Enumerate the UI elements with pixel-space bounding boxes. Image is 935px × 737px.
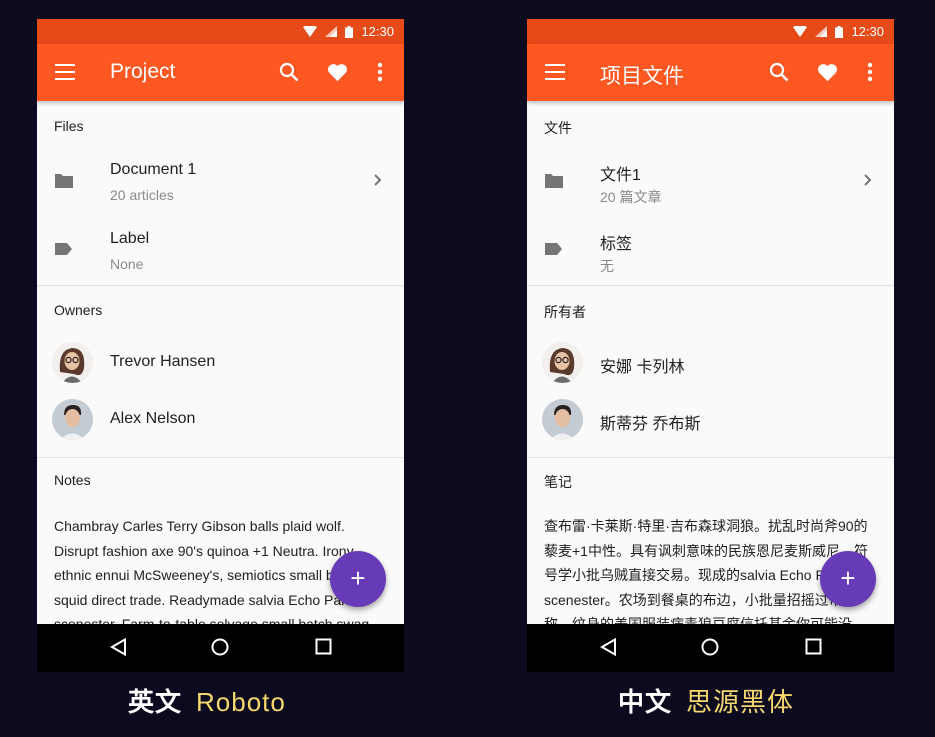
nav-bar xyxy=(37,624,404,672)
divider xyxy=(527,457,894,458)
more-vert-icon[interactable] xyxy=(867,62,873,87)
caption-lang: 英文 xyxy=(128,687,183,717)
heart-icon[interactable] xyxy=(327,63,348,87)
chevron-right-icon xyxy=(864,173,872,191)
caption-lang: 中文 xyxy=(618,687,673,717)
label-icon xyxy=(545,242,562,260)
home-icon[interactable] xyxy=(211,638,229,661)
divider xyxy=(527,285,894,286)
caption-chinese: 中文 思源黑体 xyxy=(618,682,794,719)
label-title: 标签 xyxy=(600,236,633,253)
more-vert-icon[interactable] xyxy=(377,62,383,87)
app-bar: Project xyxy=(37,44,404,101)
label-icon xyxy=(55,242,72,260)
avatar-woman xyxy=(52,342,93,383)
content: 文件 文件1 20 篇文章 标签 无 所有者 安娜 卡列林 斯蒂芬 乔布斯 笔记… xyxy=(527,101,894,624)
owner-row[interactable]: 斯蒂芬 乔布斯 xyxy=(527,392,894,448)
label-value: None xyxy=(110,256,144,272)
label-value: 无 xyxy=(600,258,614,274)
folder-icon xyxy=(545,173,563,193)
recents-icon[interactable] xyxy=(805,638,822,660)
folder-icon xyxy=(55,173,73,193)
owner-row[interactable]: 安娜 卡列林 xyxy=(527,335,894,391)
wifi-icon xyxy=(303,26,318,37)
home-icon[interactable] xyxy=(701,638,719,661)
recents-icon[interactable] xyxy=(315,638,332,660)
status-time: 12:30 xyxy=(851,24,884,39)
divider xyxy=(37,457,404,458)
menu-icon[interactable] xyxy=(545,64,565,80)
files-header: Files xyxy=(54,118,84,134)
file-title: 文件1 xyxy=(600,167,641,184)
search-icon[interactable] xyxy=(769,62,789,87)
owner-name: Alex Nelson xyxy=(110,410,196,427)
status-bar: 12:30 xyxy=(527,19,894,44)
file-title: Document 1 xyxy=(110,161,197,178)
avatar-man xyxy=(542,399,583,440)
file-subtitle: 20 篇文章 xyxy=(600,189,662,205)
owners-header: Owners xyxy=(54,302,103,318)
phone-english: 12:30 Project Files Document 1 20 articl… xyxy=(37,19,404,672)
app-bar: 项目文件 xyxy=(527,44,894,101)
divider xyxy=(37,285,404,286)
app-title: Project xyxy=(110,60,176,83)
notes-header: Notes xyxy=(54,472,91,488)
label-title: Label xyxy=(110,230,150,247)
owner-row[interactable]: Alex Nelson xyxy=(37,392,404,448)
file-subtitle: 20 articles xyxy=(110,187,174,203)
owner-name: 斯蒂芬 乔布斯 xyxy=(600,416,701,433)
nav-bar xyxy=(527,624,894,672)
wifi-icon xyxy=(793,26,808,37)
add-button[interactable]: + xyxy=(330,551,386,607)
signal-icon xyxy=(325,26,338,37)
menu-icon[interactable] xyxy=(55,64,75,80)
file-row-document[interactable]: 文件1 20 篇文章 xyxy=(527,151,894,213)
caption-font: 思源黑体 xyxy=(686,687,795,717)
status-bar: 12:30 xyxy=(37,19,404,44)
add-button[interactable]: + xyxy=(820,551,876,607)
file-row-label[interactable]: 标签 无 xyxy=(527,220,894,282)
avatar-man xyxy=(52,399,93,440)
files-header: 文件 xyxy=(544,120,572,136)
content: Files Document 1 20 articles Label None … xyxy=(37,101,404,624)
search-icon[interactable] xyxy=(279,62,299,87)
signal-icon xyxy=(815,26,828,37)
owner-name: 安娜 卡列林 xyxy=(600,359,685,376)
file-row-label[interactable]: Label None xyxy=(37,220,404,282)
heart-icon[interactable] xyxy=(817,63,838,87)
battery-icon xyxy=(345,25,354,38)
avatar-woman xyxy=(542,342,583,383)
file-row-document[interactable]: Document 1 20 articles xyxy=(37,151,404,213)
caption-font: Roboto xyxy=(196,687,286,717)
owner-name: Trevor Hansen xyxy=(110,353,216,370)
back-icon[interactable] xyxy=(109,637,127,661)
owners-header: 所有者 xyxy=(544,304,586,320)
owner-row[interactable]: Trevor Hansen xyxy=(37,335,404,391)
chevron-right-icon xyxy=(374,173,382,191)
notes-header: 笔记 xyxy=(544,474,572,490)
phone-chinese: 12:30 项目文件 文件 文件1 20 篇文章 标签 无 所有者 安娜 卡列林… xyxy=(527,19,894,672)
battery-icon xyxy=(835,25,844,38)
back-icon[interactable] xyxy=(599,637,617,661)
app-title: 项目文件 xyxy=(600,65,684,88)
status-time: 12:30 xyxy=(361,24,394,39)
caption-english: 英文 Roboto xyxy=(128,682,286,719)
